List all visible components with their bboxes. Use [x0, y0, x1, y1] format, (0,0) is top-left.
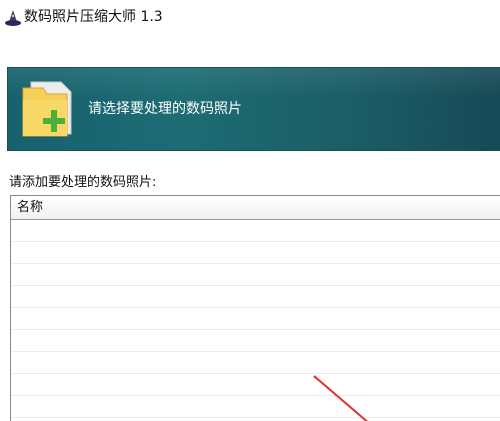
banner-title: 请选择要处理的数码照片 [88, 101, 242, 117]
header-banner: 请选择要处理的数码照片 [7, 67, 500, 151]
app-window: 数码照片压缩大师 1.3 请选择要处理的数码照片 请添加要处理的数码照片: 名称 [0, 0, 500, 421]
column-header-name[interactable]: 名称 [17, 199, 43, 216]
list-header: 名称 [11, 196, 500, 220]
add-photos-label: 请添加要处理的数码照片: [9, 175, 157, 190]
title-bar: 数码照片压缩大师 1.3 [0, 0, 500, 36]
app-icon [5, 10, 21, 26]
folder-add-icon [22, 81, 72, 137]
photo-file-list[interactable]: 名称 [10, 195, 500, 421]
window-title: 数码照片压缩大师 1.3 [24, 9, 163, 25]
red-arrow-annotation [313, 375, 369, 421]
list-rows[interactable] [11, 220, 500, 421]
